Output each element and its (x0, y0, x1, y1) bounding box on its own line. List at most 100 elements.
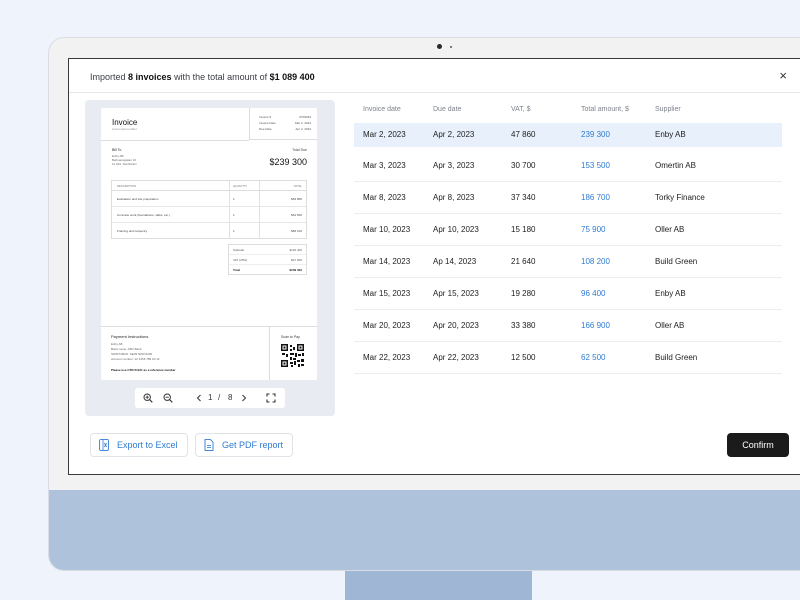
cell-supplier: Omertin AB (655, 161, 696, 170)
doc-line-item: Evaluation and site preparation 1 $63 80… (112, 191, 306, 207)
confirm-button[interactable]: Confirm (727, 433, 789, 457)
cell-total-amount: 153 500 (581, 161, 610, 170)
table-row[interactable]: Mar 14, 2023 Ap 14, 2023 21 640 108 200 … (354, 250, 782, 274)
cell-due-date: Apr 10, 2023 (433, 225, 479, 234)
table-row[interactable]: Mar 10, 2023 Apr 10, 2023 15 180 75 900 … (354, 218, 782, 242)
cell-total-amount: 96 400 (581, 289, 606, 298)
item-total: $63 800 (291, 196, 302, 201)
cell-due-date: Apr 20, 2023 (433, 321, 479, 330)
cell-due-date: Apr 8, 2023 (433, 193, 475, 202)
total-amount: $1 089 400 (269, 72, 315, 82)
cell-invoice-date: Mar 2, 2023 (363, 130, 406, 139)
page-total: 8 (228, 393, 233, 402)
footer-divider (101, 326, 317, 327)
table-row[interactable]: Mar 2, 2023 Apr 2, 2023 47 860 239 300 E… (354, 123, 782, 147)
doc-line-item: Framing and carpentry 1 $66 100 (112, 223, 306, 239)
total-due-value: $239 300 (269, 157, 307, 167)
summary-value: $47 900 (291, 257, 302, 262)
cell-vat: 30 700 (511, 161, 536, 170)
cell-supplier: Torky Finance (655, 193, 705, 202)
summary-value: $239 300 (289, 268, 302, 272)
cell-due-date: Apr 3, 2023 (433, 161, 475, 170)
preview-toolbar: 1 / 8 (135, 388, 285, 408)
payment-title: Payment Instructions (111, 334, 149, 339)
footer-vdivider (269, 326, 270, 380)
table-row[interactable]: Mar 20, 2023 Apr 20, 2023 33 380 166 900… (354, 314, 782, 338)
cell-supplier: Build Green (655, 257, 698, 266)
cell-supplier: Build Green (655, 353, 698, 362)
total-due-label: Total Due (292, 148, 307, 152)
item-description: Framing and carpentry (112, 223, 230, 239)
camera-sensor-icon (450, 46, 452, 48)
cell-vat: 21 640 (511, 257, 536, 266)
doc-divider (101, 140, 249, 141)
row-divider (354, 277, 782, 278)
cell-invoice-date: Mar 10, 2023 (363, 225, 411, 234)
export-excel-label: Export to Excel (117, 440, 178, 450)
bill-to-label: Bill To (112, 148, 122, 152)
doc-table-header: DESCRIPTION QUANTITY TOTAL (112, 181, 306, 191)
table-row[interactable]: Mar 22, 2023 Apr 22, 2023 12 500 62 500 … (354, 346, 782, 370)
payment-note: Please use CTR-51121 as a reference numb… (111, 368, 176, 372)
page-current: 1 (208, 393, 213, 402)
cell-vat: 47 860 (511, 130, 536, 139)
monitor-stand (345, 571, 532, 600)
meta-value: Mar 2, 2023 (294, 121, 311, 125)
monitor-chin (49, 490, 800, 570)
table-row[interactable]: Mar 3, 2023 Apr 3, 2023 30 700 153 500 O… (354, 154, 782, 178)
summary-row: VAT (25%) $47 900 (229, 255, 306, 265)
doc-subtitle: Lorem ipsum dolor (112, 127, 137, 131)
doc-line-item: Concrete work (foundations, slabs, etc.)… (112, 207, 306, 223)
cell-vat: 12 500 (511, 353, 536, 362)
zoom-out-icon[interactable] (162, 392, 174, 404)
chevron-right-icon[interactable] (238, 392, 250, 404)
invoice-document: Invoice Lorem ipsum dolor Invoice # 67090… (101, 108, 317, 380)
chevron-left-icon[interactable] (193, 392, 205, 404)
row-divider (354, 373, 782, 374)
invoice-preview-panel: Invoice Lorem ipsum dolor Invoice # 67090… (85, 100, 335, 416)
cell-due-date: Ap 14, 2023 (433, 257, 477, 266)
table-row[interactable]: Mar 8, 2023 Apr 8, 2023 37 340 186 700 T… (354, 186, 782, 210)
meta-row: Invoice # 6709033 (259, 115, 311, 119)
meta-label: Invoice Date (259, 121, 276, 125)
table-row[interactable]: Mar 15, 2023 Apr 15, 2023 19 280 96 400 … (354, 282, 782, 306)
camera-icon (437, 44, 442, 49)
invoice-import-dialog: Imported 8 invoices with the total amoun… (68, 58, 800, 475)
cell-invoice-date: Mar 20, 2023 (363, 321, 411, 330)
item-qty: 1 (230, 191, 260, 206)
cell-supplier: Oller AB (655, 321, 685, 330)
header-divider (69, 92, 800, 93)
qr-code-icon (281, 344, 304, 367)
monitor-bezel (49, 38, 800, 58)
header-vat: VAT, $ (511, 106, 531, 113)
col-quantity: QUANTITY (230, 181, 260, 190)
bill-to-line: 11 224, Stockholm (112, 162, 137, 166)
cell-total-amount: 186 700 (581, 193, 610, 202)
doc-title: Invoice (112, 118, 138, 127)
row-divider (354, 245, 782, 246)
export-excel-button[interactable]: Export to Excel (90, 433, 188, 457)
doc-meta: Invoice # 6709033 Invoice Date Mar 2, 2023… (249, 108, 317, 140)
summary-label: Subtotal (233, 247, 245, 252)
summary-prefix: Imported (90, 72, 129, 82)
cell-total-amount: 62 500 (581, 353, 606, 362)
payment-line: Account number: 12 3456 789 00 12 (111, 357, 160, 361)
summary-value: $191 400 (289, 247, 302, 252)
row-divider (354, 309, 782, 310)
pdf-report-button[interactable]: Get PDF report (195, 433, 293, 457)
fullscreen-icon[interactable] (265, 392, 277, 404)
meta-row: Invoice Date Mar 2, 2023 (259, 121, 311, 125)
cell-due-date: Apr 15, 2023 (433, 289, 479, 298)
cell-due-date: Apr 2, 2023 (433, 130, 475, 139)
close-icon[interactable]: × (779, 69, 787, 82)
monitor-frame: Imported 8 invoices with the total amoun… (48, 37, 800, 571)
col-total: TOTAL (293, 183, 302, 188)
row-divider (354, 341, 782, 342)
row-divider (354, 181, 782, 182)
excel-icon (99, 439, 109, 451)
cell-total-amount: 166 900 (581, 321, 610, 330)
zoom-in-icon[interactable] (142, 392, 154, 404)
cell-invoice-date: Mar 22, 2023 (363, 353, 411, 362)
cell-vat: 15 180 (511, 225, 536, 234)
cell-vat: 37 340 (511, 193, 536, 202)
